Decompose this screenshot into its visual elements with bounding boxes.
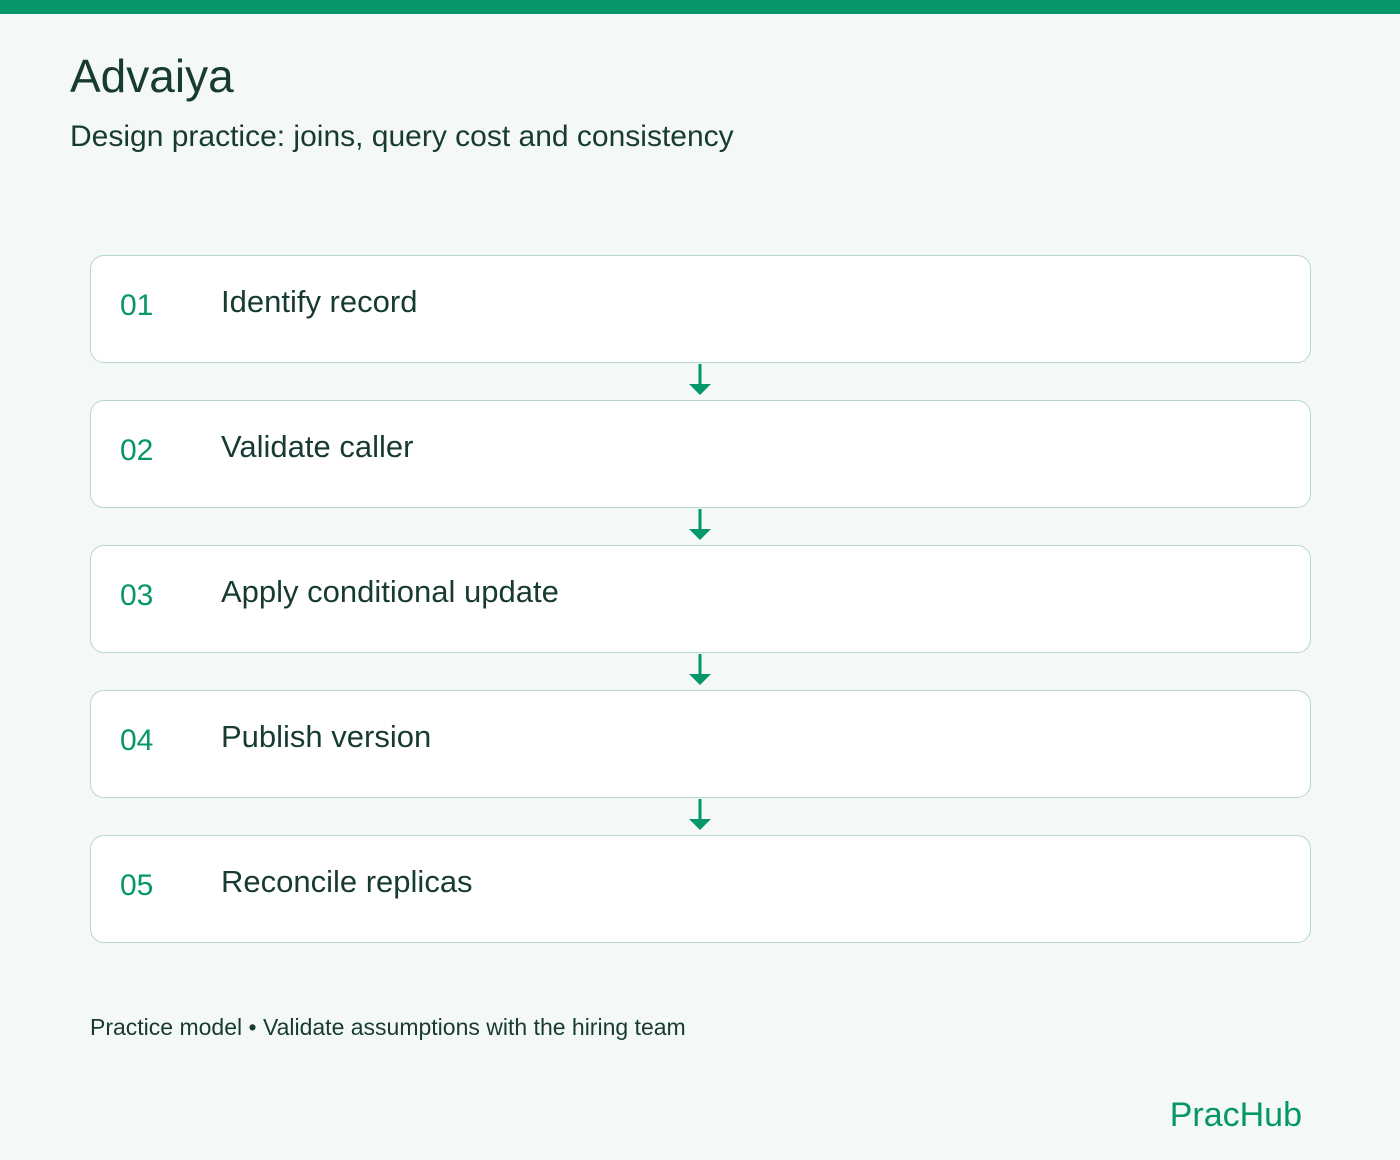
flow-steps: 01 Identify record 02 Validate caller 03… — [90, 255, 1311, 943]
page-title: Advaiya — [70, 50, 234, 102]
step-number: 04 — [120, 724, 154, 757]
flow-step-3: 03 Apply conditional update — [90, 545, 1311, 653]
step-connector — [90, 653, 1311, 690]
top-accent-bar — [0, 0, 1400, 14]
flow-step-2: 02 Validate caller — [90, 400, 1311, 508]
flow-step-5: 05 Reconcile replicas — [90, 835, 1311, 943]
step-number: 05 — [120, 869, 154, 902]
arrow-down-icon — [689, 509, 711, 540]
step-label: Reconcile replicas — [221, 864, 473, 899]
step-label: Validate caller — [221, 429, 414, 464]
brand-logo: PracHub — [1169, 1096, 1302, 1134]
footnote: Practice model • Validate assumptions wi… — [90, 1014, 686, 1040]
flow-step-1: 01 Identify record — [90, 255, 1311, 363]
step-connector — [90, 508, 1311, 545]
step-number: 01 — [120, 289, 154, 322]
page-subtitle: Design practice: joins, query cost and c… — [70, 120, 734, 153]
arrow-down-icon — [689, 364, 711, 395]
arrow-down-icon — [689, 654, 711, 685]
step-connector — [90, 363, 1311, 400]
step-label: Identify record — [221, 284, 418, 319]
step-number: 03 — [120, 579, 154, 612]
step-label: Publish version — [221, 719, 432, 754]
step-number: 02 — [120, 434, 154, 467]
step-connector — [90, 798, 1311, 835]
step-label: Apply conditional update — [221, 574, 559, 609]
flow-step-4: 04 Publish version — [90, 690, 1311, 798]
arrow-down-icon — [689, 799, 711, 830]
